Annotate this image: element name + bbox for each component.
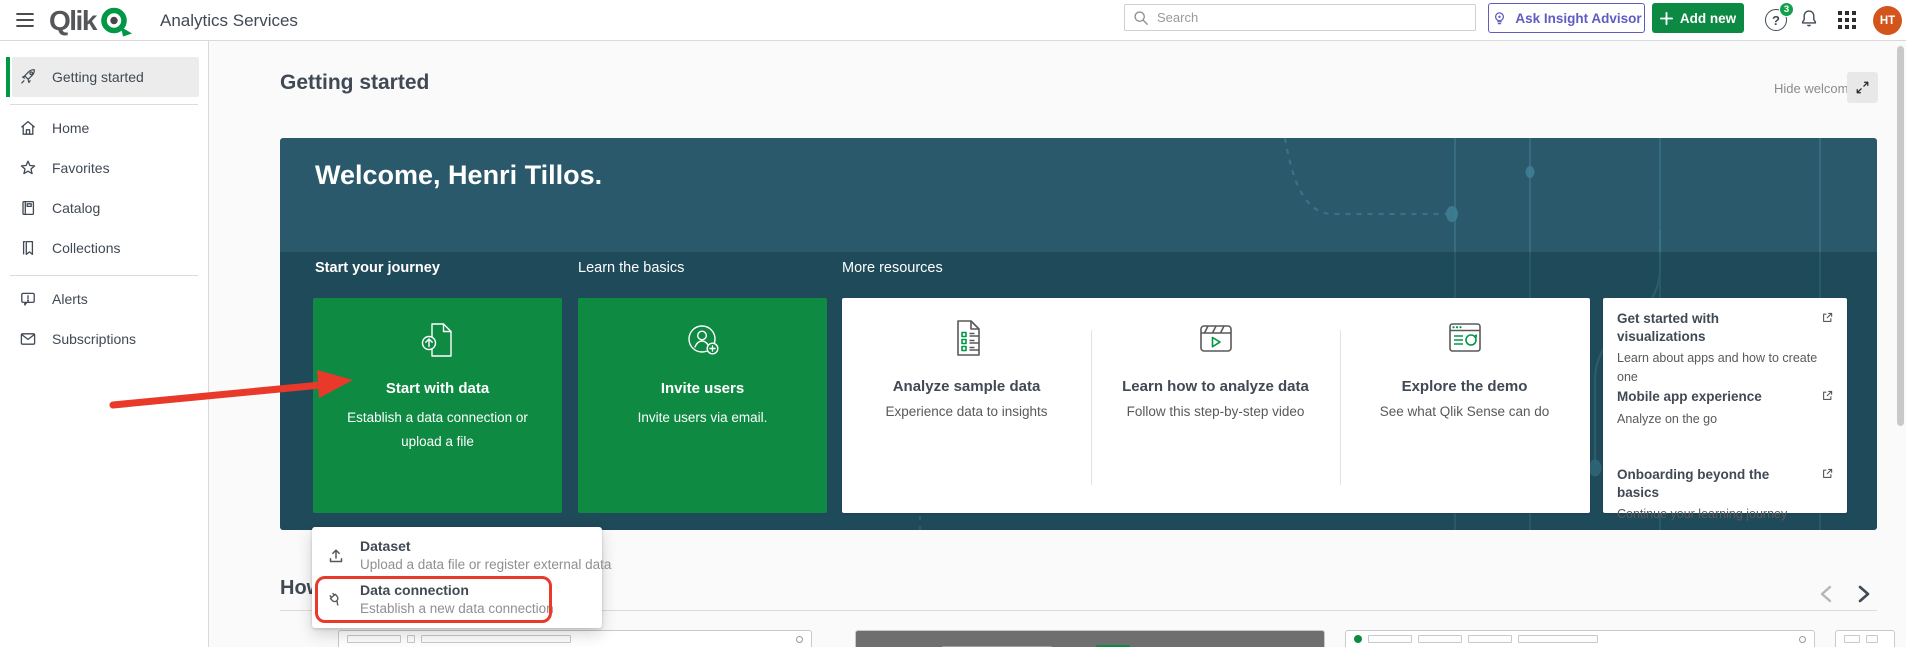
menu-item-title: Data connection [360,582,469,598]
menu-item-title: Dataset [360,538,411,554]
link-title: Onboarding beyond the basics [1617,466,1837,501]
link-subtitle: Continue your learning journey [1617,505,1837,524]
rocket-icon [18,67,38,87]
vertical-scrollbar[interactable] [1897,46,1904,426]
hide-welcome-link[interactable]: Hide welcome [1774,81,1856,96]
main-content: Getting started Hide welcome [210,41,1906,647]
qlik-hub-screen: Qlik Analytics Services Ask Insight Advi… [0,0,1906,647]
start-with-data-card[interactable]: Start with data Establish a data connect… [313,298,562,513]
star-icon [18,158,38,178]
browser-demo-icon [1340,314,1589,362]
expand-welcome-button[interactable] [1847,72,1878,103]
welcome-greeting: Welcome, Henri Tillos. [315,160,602,191]
menu-item-subtitle: Upload a data file or register external … [360,557,611,572]
sidebar-divider [10,104,198,105]
ask-insight-advisor-button[interactable]: Ask Insight Advisor [1488,3,1645,33]
catalog-icon [18,198,38,218]
tile-title: Explore the demo [1340,378,1589,395]
external-link-icon [1820,310,1835,325]
link-mobile-app-experience[interactable]: Mobile app experience Analyze on the go [1617,388,1837,428]
app-launcher-grid-icon[interactable] [1838,11,1856,29]
page-title: Getting started [280,71,429,95]
app-title: Analytics Services [160,11,298,31]
link-title: Get started with visualizations [1617,310,1837,345]
home-icon [18,118,38,138]
tile-subtitle: See what Qlik Sense can do [1350,404,1579,419]
sidebar-item-getting-started[interactable]: Getting started [0,57,209,97]
menu-item-subtitle: Establish a new data connection [360,601,554,616]
tile-title: Learn how to analyze data [1091,378,1340,395]
video-thumbnail-3[interactable] [1345,630,1815,647]
explore-the-demo-tile[interactable]: Explore the demo See what Qlik Sense can… [1340,298,1589,513]
qlik-logo[interactable]: Qlik [49,4,135,38]
plug-icon [326,590,346,610]
sidebar-item-alerts[interactable]: Alerts [0,279,209,319]
ask-insight-advisor-label: Ask Insight Advisor [1515,11,1641,26]
notification-badge: 3 [1779,2,1794,17]
video-thumbnail-2[interactable] [855,630,1325,647]
help-button[interactable]: ? 3 [1764,6,1794,36]
bookmark-icon [18,238,38,258]
search-input[interactable] [1157,10,1467,25]
envelope-icon [18,329,38,349]
expand-icon [1855,80,1870,95]
add-new-button[interactable]: Add new [1652,3,1744,33]
sidebar-divider [10,275,198,276]
sidebar: Getting started Home Favorites [0,41,209,647]
analyze-sample-data-tile[interactable]: Analyze sample data Experience data to i… [842,298,1091,513]
link-get-started-with-visualizations[interactable]: Get started with visualizations Learn ab… [1617,310,1837,387]
insight-advisor-icon [1491,10,1508,27]
sidebar-item-home[interactable]: Home [0,108,209,148]
card-subtitle: Establish a data connection or upload a … [338,406,537,453]
search-box [1124,4,1476,31]
sidebar-item-catalog[interactable]: Catalog [0,188,209,228]
link-subtitle: Analyze on the go [1617,410,1837,429]
external-link-icon [1820,466,1835,481]
tile-title: Analyze sample data [842,378,1091,395]
menu-item-data-connection[interactable]: Data connection Establish a new data con… [312,579,602,623]
file-upload-icon [313,316,562,364]
document-checklist-icon [842,314,1091,362]
sidebar-item-favorites[interactable]: Favorites [0,148,209,188]
external-link-icon [1820,388,1835,403]
section-title-learn-the-basics: Learn the basics [578,260,684,276]
alert-bubble-icon [18,289,38,309]
section-title-start-your-journey: Start your journey [315,260,440,276]
sidebar-item-collections[interactable]: Collections [0,228,209,268]
bell-icon[interactable] [1799,8,1819,29]
hamburger-menu-icon[interactable] [16,13,34,27]
tile-subtitle: Experience data to insights [852,404,1081,419]
learning-links-card: Get started with visualizations Learn ab… [1603,298,1847,513]
add-new-label: Add new [1680,11,1736,26]
learn-how-to-analyze-data-tile[interactable]: Learn how to analyze data Follow this st… [1091,298,1340,513]
tile-subtitle: Follow this step-by-step video [1101,404,1330,419]
qlik-logo-mark-icon [99,6,135,38]
video-player-icon [1091,314,1340,362]
search-icon [1133,10,1149,26]
section-title-more-resources: More resources [842,260,943,276]
card-title: Invite users [578,380,827,397]
carousel-prev-button[interactable] [1814,582,1838,606]
invite-user-icon [578,316,827,364]
qlik-logo-text: Qlik [49,5,96,37]
more-resources-card: Analyze sample data Experience data to i… [842,298,1590,513]
link-subtitle: Learn about apps and how to create one [1617,349,1837,387]
topbar: Qlik Analytics Services Ask Insight Advi… [0,0,1906,41]
link-onboarding-beyond-the-basics[interactable]: Onboarding beyond the basics Continue yo… [1617,466,1837,524]
invite-users-card[interactable]: Invite users Invite users via email. [578,298,827,513]
video-thumbnail-4[interactable] [1835,630,1895,647]
user-avatar[interactable]: HT [1873,6,1902,35]
carousel-next-button[interactable] [1852,582,1876,606]
menu-item-dataset[interactable]: Dataset Upload a data file or register e… [312,535,602,579]
video-thumbnail-1[interactable] [338,630,812,647]
card-subtitle: Invite users via email. [603,406,802,430]
add-new-dropdown-menu: Dataset Upload a data file or register e… [312,527,602,628]
card-title: Start with data [313,380,562,397]
link-title: Mobile app experience [1617,388,1837,406]
upload-tray-icon [326,546,346,566]
plus-icon [1660,12,1673,25]
sidebar-item-subscriptions[interactable]: Subscriptions [0,319,209,359]
welcome-banner: Welcome, Henri Tillos. Start your journe… [280,138,1877,530]
